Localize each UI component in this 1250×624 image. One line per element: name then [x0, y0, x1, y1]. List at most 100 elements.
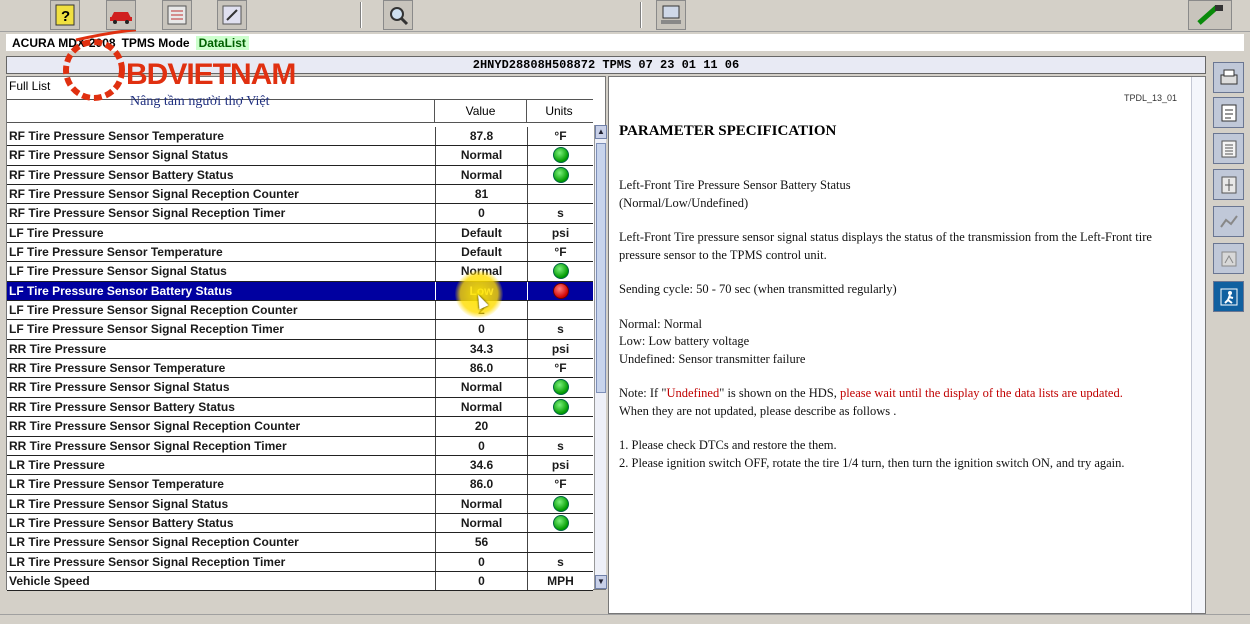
row-units [527, 281, 593, 301]
list-scrollbar[interactable]: ▲ ▼ [594, 125, 607, 589]
breadcrumb-mode[interactable]: TPMS Mode [122, 36, 190, 50]
table-row[interactable]: LF Tire Pressure Sensor Battery Status Lo… [7, 281, 593, 302]
row-value: 81 [435, 185, 527, 204]
row-units [527, 301, 593, 320]
status-led-fault-icon [552, 282, 569, 299]
exit-button[interactable] [1213, 281, 1244, 312]
status-led-ok-icon [552, 514, 569, 531]
table-row[interactable]: LR Tire Pressure 34.6 psi [7, 455, 593, 476]
sending-cycle: Sending cycle: 50 - 70 sec (when transmi… [619, 282, 897, 296]
table-row[interactable]: RF Tire Pressure Sensor Battery Status No… [7, 165, 593, 186]
row-value: 20 [435, 417, 527, 436]
data-table-body: RF Tire Pressure Sensor Temperature 87.8 °… [7, 127, 593, 592]
table-row[interactable]: RR Tire Pressure Sensor Signal Reception… [7, 436, 593, 456]
row-parameter-name: LF Tire Pressure Sensor Signal Status [9, 264, 227, 279]
row-units [527, 533, 593, 552]
row-value: Normal [435, 494, 527, 513]
row-units [527, 146, 593, 165]
tool-button[interactable] [217, 0, 247, 30]
print-side-button[interactable] [1213, 62, 1244, 93]
row-parameter-name: LR Tire Pressure Sensor Signal Reception… [9, 535, 299, 550]
row-value: 56 [435, 533, 527, 552]
edit-list-button[interactable] [1213, 97, 1244, 128]
table-row[interactable]: LF Tire Pressure Sensor Temperature Defau… [7, 243, 593, 263]
vin-title-bar: 2HNYD28808H508872 TPMS 07 23 01 11 06 [6, 56, 1206, 74]
table-row[interactable]: LF Tire Pressure Default psi [7, 223, 593, 244]
row-units [527, 397, 593, 417]
row-value: 86.0 [435, 359, 527, 378]
table-row[interactable]: RR Tire Pressure Sensor Temperature 86.0 °… [7, 359, 593, 379]
status-led-ok-icon [552, 263, 569, 280]
row-parameter-name: RR Tire Pressure [9, 341, 107, 356]
print-button[interactable] [656, 0, 686, 30]
vehicle-button[interactable] [106, 0, 136, 30]
tool-icon [222, 5, 242, 25]
table-row[interactable]: LF Tire Pressure Sensor Signal Status Nor… [7, 262, 593, 282]
table-row[interactable]: LF Tire Pressure Sensor Signal Reception… [7, 301, 593, 321]
data-list-panel: Full List Value Units RF Tire Pressure S… [6, 76, 607, 592]
row-units [527, 262, 593, 281]
table-row[interactable]: RF Tire Pressure Sensor Signal Reception… [7, 204, 593, 224]
table-row[interactable]: RR Tire Pressure Sensor Signal Status Nor… [7, 378, 593, 398]
spec-scrollbar[interactable] [1191, 77, 1205, 613]
row-units: °F [527, 475, 593, 494]
row-units: psi [527, 455, 593, 475]
help-icon: ? [55, 4, 75, 26]
top-toolbar: ? [0, 0, 1250, 32]
column-header-value[interactable]: Value [435, 100, 527, 122]
scroll-down-button[interactable]: ▼ [595, 575, 607, 589]
row-value: 0 [435, 204, 527, 223]
svg-text:?: ? [61, 8, 70, 25]
row-parameter-name: LF Tire Pressure Sensor Signal Reception… [9, 303, 298, 318]
value-low: Low: Low battery voltage [619, 334, 750, 348]
search-button[interactable] [383, 0, 413, 30]
status-led-ok-icon [552, 166, 569, 183]
step-2: 2. Please ignition switch OFF, rotate th… [619, 455, 1125, 470]
row-value: Normal [435, 165, 527, 185]
note-warning: please wait until the display of the dat… [839, 386, 1123, 400]
table-row[interactable]: LR Tire Pressure Sensor Signal Status Nor… [7, 494, 593, 514]
column-header-units[interactable]: Units [527, 100, 591, 122]
param-description: Left-Front Tire pressure sensor signal s… [619, 230, 1152, 262]
row-parameter-name: LR Tire Pressure Sensor Battery Status [9, 515, 234, 530]
row-value: Normal [435, 513, 527, 533]
table-row[interactable]: RR Tire Pressure Sensor Signal Reception… [7, 417, 593, 437]
table-row[interactable]: RR Tire Pressure 34.3 psi [7, 339, 593, 360]
printer-icon [1220, 69, 1237, 84]
table-row[interactable]: LR Tire Pressure Sensor Signal Reception… [7, 533, 593, 553]
list-view-button[interactable] [1213, 133, 1244, 164]
parameter-spec-panel: TPDL_13_01 PARAMETER SPECIFICATION Left-… [608, 76, 1206, 614]
breadcrumb-vehicle[interactable]: ACURA MDX-2008 [12, 36, 116, 50]
scroll-thumb[interactable] [596, 143, 606, 393]
row-parameter-name: RF Tire Pressure Sensor Signal Reception… [9, 206, 286, 221]
row-units: °F [527, 359, 593, 378]
car-icon [110, 12, 132, 24]
select-button[interactable] [1213, 169, 1244, 200]
row-value: 0 [435, 320, 527, 339]
connection-button[interactable] [1188, 0, 1232, 30]
row-units [527, 165, 593, 185]
table-row[interactable]: RF Tire Pressure Sensor Temperature 87.8 °… [7, 127, 593, 147]
column-header-name[interactable] [7, 100, 435, 122]
table-row[interactable]: LF Tire Pressure Sensor Signal Reception… [7, 320, 593, 340]
scroll-up-button[interactable]: ▲ [595, 125, 607, 139]
snapshot-button[interactable] [1213, 243, 1244, 274]
row-parameter-name: RF Tire Pressure Sensor Battery Status [9, 167, 234, 182]
row-units [527, 185, 593, 204]
table-row[interactable]: RF Tire Pressure Sensor Signal Reception… [7, 185, 593, 205]
help-button[interactable]: ? [50, 0, 80, 30]
row-value: Normal [435, 262, 527, 281]
row-parameter-name: RR Tire Pressure Sensor Signal Reception… [9, 419, 301, 434]
graph-button[interactable] [1213, 206, 1244, 237]
table-row[interactable]: LR Tire Pressure Sensor Signal Reception… [7, 552, 593, 572]
table-row[interactable]: LR Tire Pressure Sensor Battery Status No… [7, 513, 593, 534]
row-parameter-name: RF Tire Pressure Sensor Temperature [9, 129, 224, 143]
table-row[interactable]: Vehicle Speed 0 MPH [7, 571, 593, 592]
data-button[interactable] [162, 0, 192, 30]
row-units: s [527, 204, 593, 223]
breadcrumb-current: DataList [195, 35, 249, 50]
table-row[interactable]: RF Tire Pressure Sensor Signal Status Nor… [7, 146, 593, 166]
row-value: Normal [435, 378, 527, 397]
table-row[interactable]: LR Tire Pressure Sensor Temperature 86.0 °… [7, 475, 593, 495]
table-row[interactable]: RR Tire Pressure Sensor Battery Status No… [7, 397, 593, 418]
